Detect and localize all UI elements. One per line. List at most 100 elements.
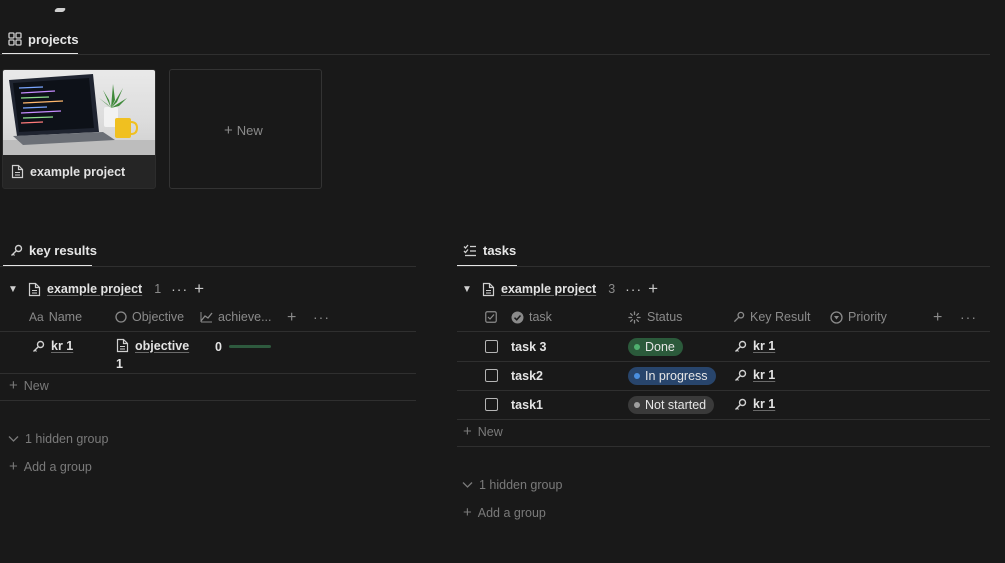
page-icon xyxy=(28,282,41,297)
kr-group-header[interactable]: ▼ example project 1 ··· + xyxy=(8,280,204,297)
task-name[interactable]: task2 xyxy=(511,369,543,383)
chevron-down-icon xyxy=(462,481,473,489)
more-icon[interactable]: ··· xyxy=(171,281,188,297)
project-card[interactable]: example project xyxy=(2,69,156,189)
divider xyxy=(0,373,416,374)
task-key-result[interactable]: kr 1 xyxy=(753,339,775,353)
task-checkbox[interactable] xyxy=(485,369,498,382)
divider xyxy=(0,266,416,267)
collapse-triangle-icon[interactable]: ▼ xyxy=(462,284,476,295)
kr-col-name[interactable]: Aa Name xyxy=(29,310,82,324)
plus-icon[interactable]: + xyxy=(194,280,204,297)
add-column-plus-icon[interactable]: + xyxy=(933,309,942,327)
kr-row-objective[interactable]: objective xyxy=(135,339,189,353)
tasks-group-header[interactable]: ▼ example project 3 ··· + xyxy=(462,280,658,297)
status-badge[interactable]: Not started xyxy=(628,396,715,414)
kr-add-group-button[interactable]: + Add a group xyxy=(9,458,92,475)
kr-row-objective-line2: 1 xyxy=(116,357,123,371)
task-name[interactable]: task 3 xyxy=(511,340,546,354)
kr-col-achievement[interactable]: achieve... xyxy=(200,310,272,324)
divider xyxy=(0,400,416,401)
divider xyxy=(457,419,990,420)
table-row[interactable]: task 3 Done kr 1 xyxy=(457,332,990,361)
trend-chart-icon xyxy=(200,311,213,323)
page-icon xyxy=(11,164,24,179)
divider xyxy=(457,446,990,447)
kr-column-headers: Aa Name Objective achieve... + ··· xyxy=(0,309,416,327)
kr-row-achievement-value: 0 xyxy=(215,340,222,354)
card-title: example project xyxy=(30,164,126,179)
kr-new-row-button[interactable]: + New xyxy=(9,377,49,394)
more-icon[interactable]: ··· xyxy=(313,309,330,325)
page-icon xyxy=(116,338,129,353)
status-loader-icon xyxy=(628,310,641,324)
text-type-icon: Aa xyxy=(29,310,44,324)
tasks-col-status[interactable]: Status xyxy=(628,310,682,324)
key-icon xyxy=(734,369,747,382)
tab-tasks-label: tasks xyxy=(483,242,517,258)
key-icon xyxy=(32,340,45,353)
page-icon xyxy=(482,282,495,297)
divider xyxy=(457,266,990,267)
more-icon[interactable]: ··· xyxy=(625,281,642,297)
task-checkbox[interactable] xyxy=(485,340,498,353)
key-icon xyxy=(734,398,747,411)
chevron-down-icon xyxy=(8,435,19,443)
tab-key-results-label: key results xyxy=(29,242,97,258)
kr-hidden-group-toggle[interactable]: 1 hidden group xyxy=(8,432,108,446)
task-checkbox[interactable] xyxy=(485,398,498,411)
collapse-triangle-icon[interactable]: ▼ xyxy=(8,284,22,295)
status-dot xyxy=(634,402,640,408)
tab-tasks[interactable]: tasks xyxy=(463,242,516,258)
card-cover-image xyxy=(3,70,155,155)
plus-icon: + xyxy=(224,121,233,139)
check-circle-icon xyxy=(511,311,524,324)
table-row[interactable]: kr 1 objective 1 0 xyxy=(0,332,416,373)
tasks-group-title[interactable]: example project xyxy=(501,282,596,296)
plus-icon: + xyxy=(9,377,18,394)
more-icon[interactable]: ··· xyxy=(960,309,977,325)
checklist-icon xyxy=(463,244,477,257)
tasks-new-row-button[interactable]: + New xyxy=(463,423,503,440)
key-icon xyxy=(733,311,745,323)
tasks-hidden-group-toggle[interactable]: 1 hidden group xyxy=(462,478,562,492)
table-row[interactable]: task1 Not started kr 1 xyxy=(457,390,990,419)
status-dot xyxy=(634,373,640,379)
tab-key-results[interactable]: key results xyxy=(10,242,97,258)
select-circle-icon xyxy=(830,310,843,324)
tab-projects[interactable]: projects xyxy=(8,31,79,47)
task-key-result[interactable]: kr 1 xyxy=(753,368,775,382)
plus-icon: + xyxy=(9,458,18,475)
status-dot xyxy=(634,344,640,350)
tasks-col-task[interactable]: task xyxy=(511,310,552,324)
tasks-col-key-result[interactable]: Key Result xyxy=(733,310,810,324)
select-all-checkbox-icon[interactable] xyxy=(485,311,497,323)
tasks-column-headers: task Status Key Result Priority + ··· xyxy=(457,309,990,327)
tab-projects-label: projects xyxy=(28,31,79,47)
plus-icon: + xyxy=(463,504,472,521)
tasks-group-count: 3 xyxy=(608,282,616,296)
key-icon xyxy=(10,244,23,257)
tasks-add-group-button[interactable]: + Add a group xyxy=(463,504,546,521)
key-icon xyxy=(734,340,747,353)
add-column-plus-icon[interactable]: + xyxy=(287,309,296,327)
table-row[interactable]: task2 In progress kr 1 xyxy=(457,361,990,390)
gallery-new-label: New xyxy=(236,123,263,138)
plus-icon: + xyxy=(463,423,472,440)
task-key-result[interactable]: kr 1 xyxy=(753,397,775,411)
divider xyxy=(0,54,990,55)
kr-group-count: 1 xyxy=(154,282,162,296)
top-cropped-mark xyxy=(53,8,67,12)
gallery-new-card[interactable]: + New xyxy=(169,69,322,189)
relation-circle-icon xyxy=(115,311,127,323)
tasks-col-priority[interactable]: Priority xyxy=(830,310,887,324)
gallery-icon xyxy=(8,32,22,46)
kr-col-objective[interactable]: Objective xyxy=(115,310,184,324)
status-badge[interactable]: Done xyxy=(628,338,683,356)
achievement-progress-bar xyxy=(229,345,271,348)
status-badge[interactable]: In progress xyxy=(628,367,716,385)
kr-group-title[interactable]: example project xyxy=(47,282,142,296)
plus-icon[interactable]: + xyxy=(648,280,658,297)
task-name[interactable]: task1 xyxy=(511,398,543,412)
kr-row-name[interactable]: kr 1 xyxy=(51,339,73,353)
